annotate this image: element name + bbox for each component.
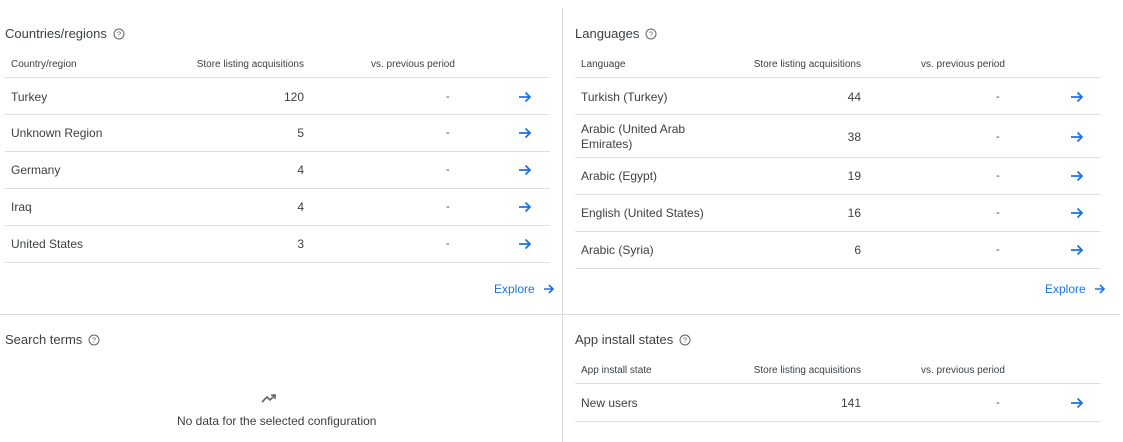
table-row[interactable]: Germany 4 - [5, 151, 550, 188]
arrow-forward-icon[interactable] [1070, 207, 1084, 219]
language-change: - [996, 130, 1000, 143]
countries-panel: Countries/regions ? Country/region Store… [5, 26, 554, 296]
language-name: Arabic (Egypt) [581, 169, 658, 183]
language-name: Turkish (Turkey) [581, 89, 668, 104]
install-states-header-value: Store listing acquisitions [753, 365, 861, 376]
language-change: - [996, 244, 1000, 256]
country-value: 120 [283, 89, 304, 104]
countries-title-text: Countries/regions [5, 26, 107, 41]
language-change: - [996, 90, 1000, 103]
svg-text:?: ? [92, 335, 96, 344]
arrow-forward-icon[interactable] [518, 91, 532, 103]
language-name: Arabic (United Arab Emirates) [581, 121, 686, 151]
table-row[interactable]: English (United States) 16 - [575, 194, 1101, 231]
country-value: 4 [297, 200, 304, 214]
countries-header-change: vs. previous period [371, 59, 455, 70]
country-change: - [446, 127, 450, 139]
arrow-forward-icon [543, 284, 554, 294]
install-state-change: - [996, 396, 1000, 409]
language-value: 16 [847, 206, 861, 220]
install-state-name: New users [581, 395, 638, 410]
country-name: Germany [11, 163, 61, 177]
countries-header-name: Country/region [11, 59, 77, 70]
install-states-header-change: vs. previous period [921, 365, 1005, 376]
empty-state-message: No data for the selected configuration [177, 414, 377, 428]
table-row[interactable]: Unknown Region 5 - [5, 114, 550, 151]
table-row[interactable]: New users 141 - [575, 383, 1101, 422]
arrow-forward-icon[interactable] [1070, 131, 1084, 143]
language-change: - [996, 170, 1000, 182]
arrow-forward-icon[interactable] [518, 127, 532, 139]
install-states-header-name: App install state [581, 365, 652, 376]
vertical-divider [562, 8, 563, 442]
language-name: Arabic (Syria) [581, 243, 654, 257]
install-states-panel: App install states ? App install state S… [575, 332, 1105, 442]
search-terms-title-text: Search terms [5, 332, 83, 347]
table-row[interactable]: Turkish (Turkey) 44 - [575, 77, 1101, 115]
languages-explore-link[interactable]: Explore [1045, 282, 1106, 296]
arrow-forward-icon[interactable] [1070, 244, 1084, 256]
country-change: - [446, 201, 450, 213]
language-value: 44 [847, 89, 861, 104]
languages-panel: Languages ? Language Store listing acqui… [575, 26, 1105, 296]
country-name: Iraq [11, 200, 32, 214]
explore-label: Explore [494, 282, 535, 296]
table-row[interactable]: Arabic (Syria) 6 - [575, 231, 1101, 269]
table-row[interactable]: Arabic (United Arab Emirates) 38 - [575, 114, 1101, 158]
language-change: - [996, 207, 1000, 219]
svg-text:?: ? [683, 335, 687, 344]
install-states-title-text: App install states [575, 332, 674, 347]
arrow-forward-icon[interactable] [1070, 91, 1084, 103]
help-icon[interactable]: ? [679, 334, 691, 346]
arrow-forward-icon[interactable] [1070, 397, 1084, 409]
languages-header-name: Language [581, 59, 626, 70]
country-change: - [446, 164, 450, 176]
arrow-forward-icon[interactable] [1070, 170, 1084, 182]
language-name: English (United States) [581, 206, 704, 220]
help-icon[interactable]: ? [113, 28, 125, 40]
horizontal-divider-right [563, 314, 1120, 315]
search-terms-title: Search terms ? [5, 332, 100, 347]
countries-title: Countries/regions ? [5, 26, 125, 41]
language-value: 38 [847, 129, 861, 144]
arrow-forward-icon [1094, 284, 1105, 294]
language-value: 19 [847, 169, 861, 183]
country-value: 4 [297, 163, 304, 177]
language-value: 6 [854, 243, 861, 257]
trending-up-icon [261, 394, 276, 403]
search-terms-panel: Search terms ? No data for the selected … [5, 332, 551, 442]
help-icon[interactable]: ? [88, 334, 100, 346]
help-icon[interactable]: ? [645, 28, 657, 40]
install-state-value: 141 [840, 395, 861, 410]
languages-title: Languages ? [575, 26, 657, 41]
install-states-title: App install states ? [575, 332, 691, 347]
table-row[interactable]: Turkey 120 - [5, 77, 550, 115]
country-name: Unknown Region [11, 126, 103, 140]
country-value: 5 [297, 126, 304, 140]
languages-header-change: vs. previous period [921, 59, 1005, 70]
horizontal-divider-left [0, 314, 562, 315]
country-name: Turkey [11, 89, 48, 104]
table-row[interactable]: Iraq 4 - [5, 188, 550, 225]
country-change: - [446, 90, 450, 103]
svg-text:?: ? [649, 29, 653, 38]
country-name: United States [11, 237, 84, 251]
countries-explore-link[interactable]: Explore [494, 282, 555, 296]
languages-title-text: Languages [575, 26, 640, 41]
countries-header-value: Store listing acquisitions [196, 59, 304, 70]
arrow-forward-icon[interactable] [518, 238, 532, 250]
table-row[interactable]: Arabic (Egypt) 19 - [575, 157, 1101, 194]
languages-header-value: Store listing acquisitions [753, 59, 861, 70]
arrow-forward-icon[interactable] [518, 201, 532, 213]
country-change: - [446, 238, 450, 250]
arrow-forward-icon[interactable] [518, 164, 532, 176]
table-row[interactable]: United States 3 - [5, 225, 550, 263]
country-value: 3 [297, 237, 304, 251]
svg-text:?: ? [117, 29, 121, 38]
explore-label: Explore [1045, 282, 1086, 296]
